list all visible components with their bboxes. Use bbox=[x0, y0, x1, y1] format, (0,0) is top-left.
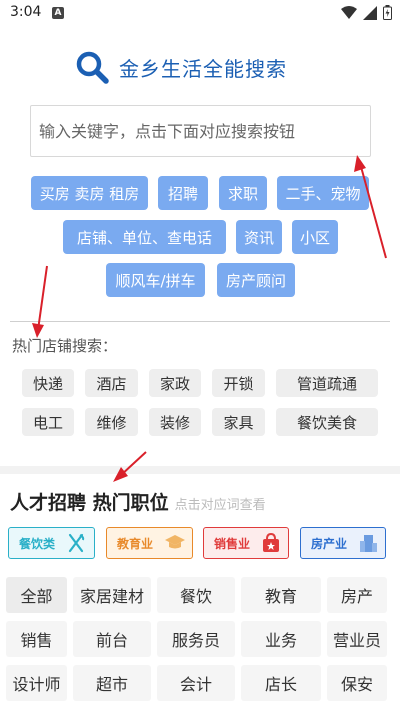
hot-shop-tag[interactable]: 家具 bbox=[212, 408, 265, 436]
category-button-job-seek[interactable]: 求职 bbox=[219, 176, 267, 210]
category-button-community[interactable]: 小区 bbox=[292, 220, 338, 254]
section-separator bbox=[0, 466, 400, 474]
utensils-icon bbox=[68, 533, 85, 553]
job-category-food[interactable]: 餐饮类 bbox=[8, 527, 95, 559]
signal-icon bbox=[363, 5, 377, 20]
hot-shop-tag[interactable]: 维修 bbox=[85, 408, 138, 436]
hot-shop-tag[interactable]: 开锁 bbox=[212, 369, 265, 397]
category-button-shops[interactable]: 店铺、单位、查电话 bbox=[63, 220, 226, 254]
graduation-cap-icon bbox=[165, 535, 185, 549]
status-time: 3:04 bbox=[10, 4, 42, 20]
job-filter-cell[interactable]: 营业员 bbox=[327, 621, 387, 657]
job-filter-cell[interactable]: 教育 bbox=[241, 577, 321, 613]
category-button-second-hand[interactable]: 二手、宠物 bbox=[277, 176, 369, 210]
job-category-realty[interactable]: 房产业 bbox=[300, 527, 386, 559]
category-button-realty-advisor[interactable]: 房产顾问 bbox=[217, 263, 295, 297]
job-category-label: 教育业 bbox=[117, 536, 154, 551]
job-category-label: 销售业 bbox=[214, 536, 251, 551]
job-filter-cell[interactable]: 业务 bbox=[241, 621, 321, 657]
job-filter-cell[interactable]: 前台 bbox=[73, 621, 151, 657]
category-button-housing[interactable]: 买房 卖房 租房 bbox=[31, 176, 148, 210]
hot-shop-tag[interactable]: 管道疏通 bbox=[276, 369, 378, 397]
job-category-education[interactable]: 教育业 bbox=[106, 527, 193, 559]
hot-shops-title: 热门店铺搜索： bbox=[12, 337, 118, 355]
status-icons bbox=[341, 5, 392, 20]
job-filter-cell[interactable]: 销售 bbox=[6, 621, 67, 657]
search-icon bbox=[76, 51, 109, 84]
job-filter-cell[interactable]: 房产 bbox=[327, 577, 387, 613]
job-filter-cell[interactable]: 设计师 bbox=[6, 665, 67, 701]
job-filter-cell[interactable]: 超市 bbox=[73, 665, 151, 701]
job-filter-cell[interactable]: 保安 bbox=[327, 665, 387, 701]
battery-icon bbox=[383, 5, 392, 20]
job-filter-cell[interactable]: 餐饮 bbox=[157, 577, 235, 613]
category-button-recruit[interactable]: 招聘 bbox=[158, 176, 208, 210]
divider bbox=[10, 321, 390, 322]
status-bar: 3:04 A bbox=[0, 0, 400, 28]
job-filter-cell[interactable]: 家居建材 bbox=[73, 577, 151, 613]
job-filter-cell[interactable]: 全部 bbox=[6, 577, 67, 613]
hot-shop-tag[interactable]: 酒店 bbox=[85, 369, 138, 397]
search-title: 金乡生活全能搜索 bbox=[119, 56, 287, 81]
jobs-header: 人才招聘 热门职位 点击对应词查看 bbox=[10, 488, 266, 515]
search-header: 金乡生活全能搜索 bbox=[75, 50, 287, 84]
category-button-carpool[interactable]: 顺风车/拼车 bbox=[106, 263, 205, 297]
hot-shop-tag[interactable]: 餐饮美食 bbox=[276, 408, 378, 436]
hot-shop-tag[interactable]: 装修 bbox=[149, 408, 201, 436]
wifi-icon bbox=[341, 5, 357, 19]
search-input[interactable] bbox=[31, 106, 370, 156]
hot-shop-tag[interactable]: 快递 bbox=[22, 369, 74, 397]
jobs-subtitle: 点击对应词查看 bbox=[174, 498, 266, 513]
jobs-title: 人才招聘 热门职位 bbox=[10, 492, 169, 514]
notification-icon: A bbox=[52, 7, 64, 19]
shopping-bag-icon bbox=[263, 533, 279, 552]
hot-shop-tag[interactable]: 家政 bbox=[149, 369, 201, 397]
category-button-news[interactable]: 资讯 bbox=[236, 220, 282, 254]
job-filter-cell[interactable]: 会计 bbox=[157, 665, 235, 701]
hot-shop-tag[interactable]: 电工 bbox=[22, 408, 74, 436]
job-category-label: 房产业 bbox=[311, 536, 348, 551]
building-icon bbox=[360, 535, 377, 552]
job-filter-cell[interactable]: 店长 bbox=[241, 665, 321, 701]
job-filter-cell[interactable]: 服务员 bbox=[157, 621, 235, 657]
job-category-sales[interactable]: 销售业 bbox=[203, 527, 289, 559]
job-category-label: 餐饮类 bbox=[19, 536, 56, 551]
search-box[interactable] bbox=[30, 105, 371, 157]
